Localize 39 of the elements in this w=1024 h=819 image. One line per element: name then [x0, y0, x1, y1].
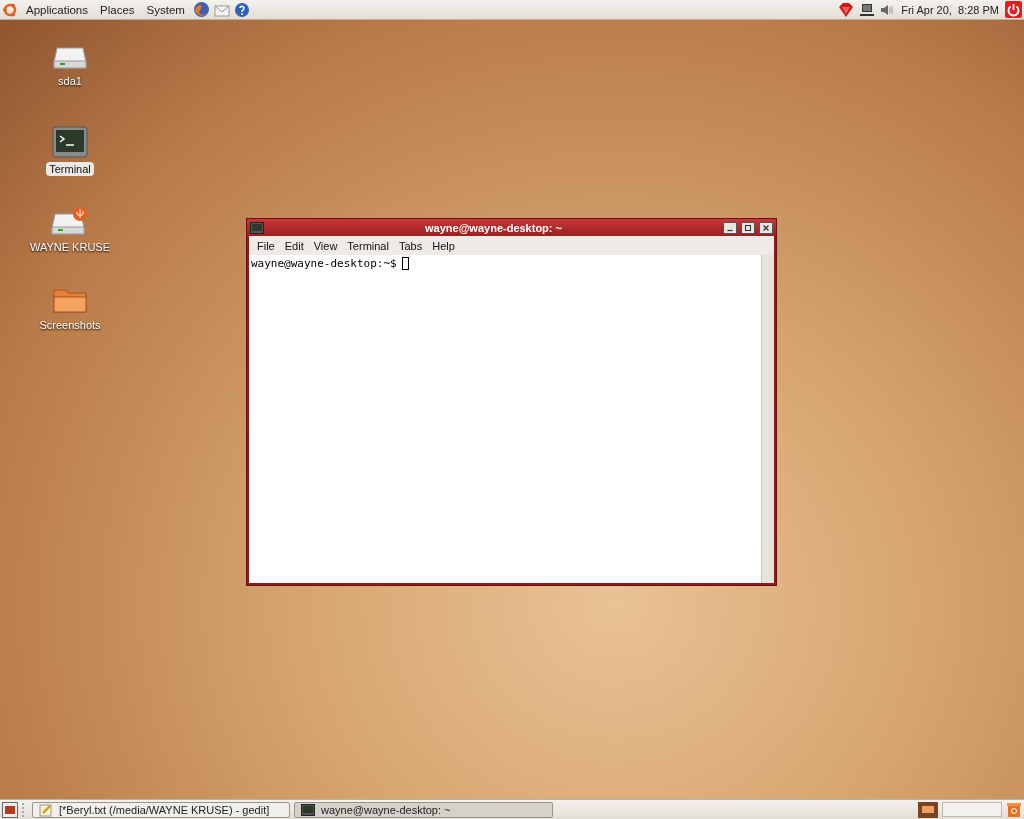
notepad-icon [39, 802, 53, 817]
show-desktop-icon[interactable] [2, 801, 18, 818]
help-icon[interactable] [233, 1, 250, 18]
panel-menu[interactable]: Applications [22, 3, 92, 16]
menu-item[interactable]: View [308, 239, 343, 252]
desktop-icon-label[interactable]: sda1 [55, 74, 85, 88]
clock[interactable]: Fri Apr 20, 8:28 PM [899, 3, 1001, 16]
menu-item[interactable]: Tabs [393, 239, 428, 252]
browser-icon[interactable] [192, 1, 210, 18]
network-icon[interactable] [859, 1, 876, 18]
window-title: wayne@wayne-desktop: ~ [424, 221, 563, 234]
menu-item[interactable]: Terminal [342, 239, 394, 252]
menu-item[interactable]: Edit [279, 239, 309, 252]
desktop-icon-label[interactable]: Terminal [46, 162, 94, 176]
menu-item[interactable]: File [252, 239, 280, 252]
panel-menu[interactable]: Places [96, 3, 139, 16]
maximize-button[interactable] [741, 221, 755, 234]
menu-item[interactable]: Help [427, 239, 460, 252]
trash-icon[interactable] [1006, 801, 1022, 818]
minimize-button[interactable] [723, 221, 737, 234]
text-cursor [401, 257, 409, 270]
close-button[interactable] [759, 221, 773, 234]
taskbar-button[interactable]: [*Beryl.txt (/media/WAYNE KRUSE) - gedit] [32, 801, 290, 818]
ubuntu-logo-icon [2, 1, 18, 18]
workspace-icon[interactable] [918, 801, 938, 818]
terminal-icon [301, 803, 315, 816]
gem-icon[interactable] [837, 0, 856, 19]
drive-icon [53, 46, 87, 70]
power-icon[interactable] [1005, 1, 1022, 18]
usb-drive-icon [51, 206, 89, 236]
terminal-icon [250, 221, 264, 234]
taskbar-button[interactable]: wayne@wayne-desktop: ~ [294, 801, 553, 818]
panel-menu[interactable]: System [142, 3, 189, 16]
desktop-icon-label[interactable]: WAYNE KRUSE [26, 240, 114, 254]
scrollbar[interactable] [761, 255, 774, 583]
workspace-switcher[interactable] [942, 802, 1002, 817]
shell-prompt: wayne@wayne-desktop:~$ [251, 257, 397, 270]
terminal-icon [52, 126, 88, 158]
folder-icon [52, 286, 88, 314]
